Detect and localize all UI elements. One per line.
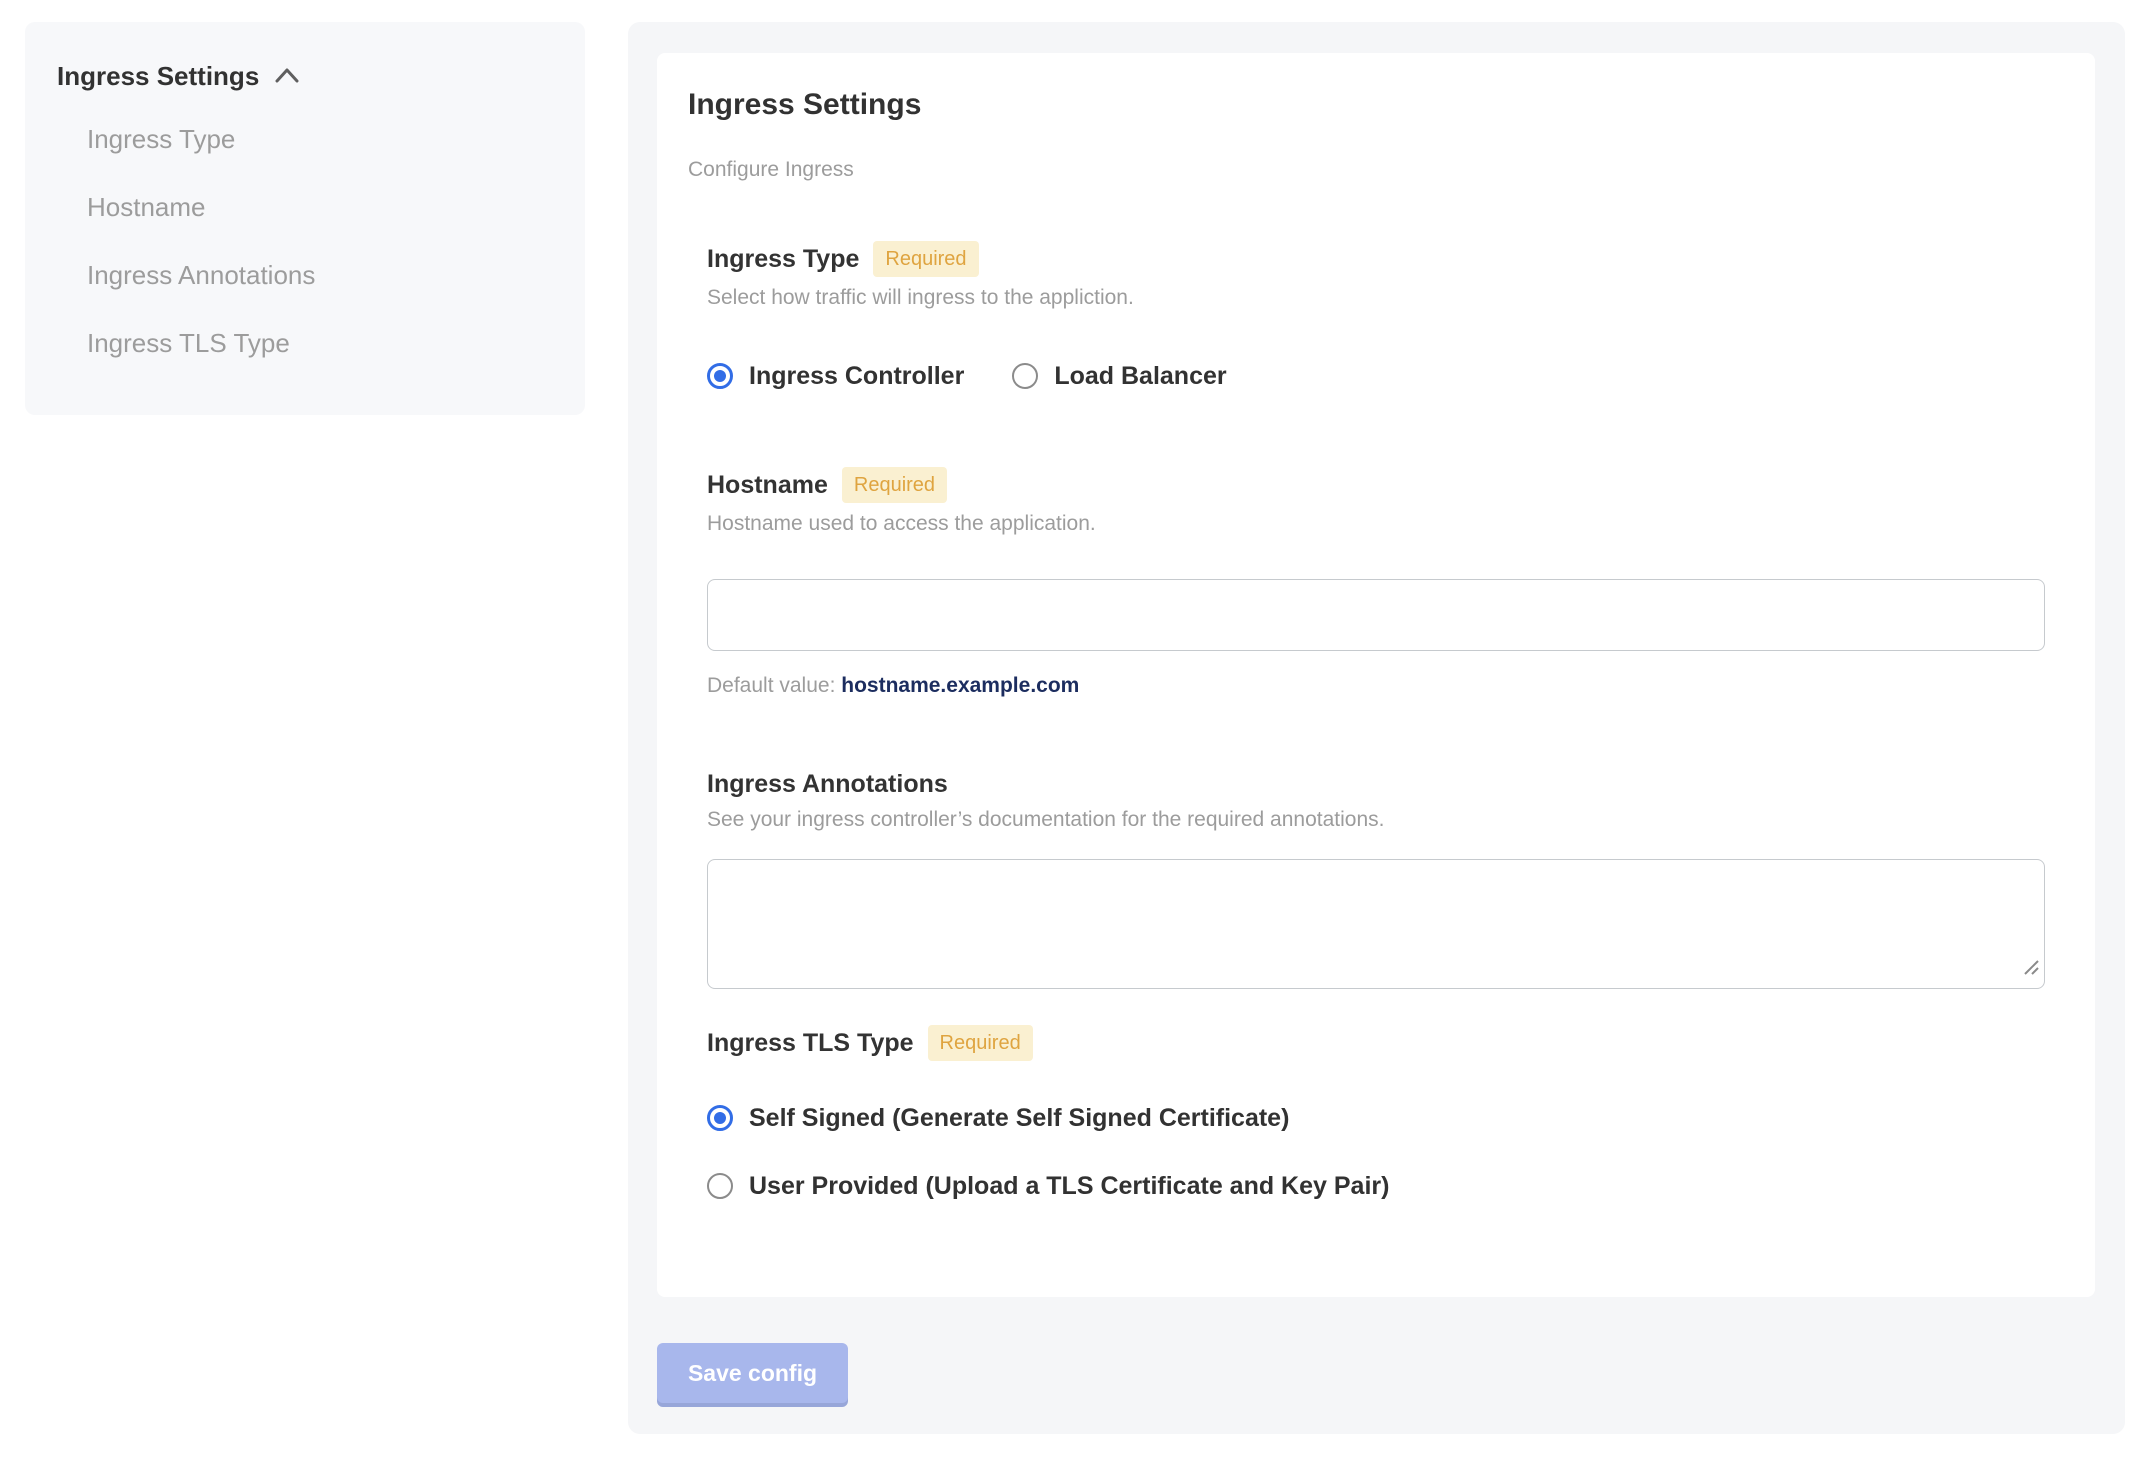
chevron-up-icon: [275, 67, 299, 89]
field-ingress-annotations: Ingress Annotations See your ingress con…: [707, 769, 2045, 989]
sidebar-section-title: Ingress Settings: [57, 61, 260, 91]
field-help-text: Select how traffic will ingress to the a…: [707, 286, 1134, 309]
radio-unselected-icon: [1012, 363, 1039, 389]
required-badge: Required: [927, 1025, 1033, 1061]
field-label: Ingress Annotations: [707, 770, 948, 798]
page-title: Ingress Settings: [688, 88, 922, 121]
hostname-input[interactable]: [707, 579, 2045, 651]
field-label-row: Ingress Annotations: [707, 769, 2045, 799]
field-label: Ingress Type: [707, 245, 860, 273]
sidebar-item-ingress-tls-type[interactable]: Ingress TLS Type: [87, 328, 565, 359]
field-help-text: See your ingress controller’s documentat…: [707, 808, 1385, 831]
default-value-prefix: Default value:: [707, 674, 842, 697]
radio-option-load-balancer[interactable]: Load Balancer: [1012, 361, 1227, 391]
ingress-type-radio-group: Ingress Controller Load Balancer: [707, 361, 2045, 391]
config-nav-sidebar: Ingress Settings Ingress Type Hostname I…: [25, 22, 585, 415]
default-value-line: Default value: hostname.example.com: [707, 673, 2045, 699]
sidebar-section-ingress-settings[interactable]: Ingress Settings: [57, 60, 565, 92]
sidebar-item-hostname[interactable]: Hostname: [87, 192, 565, 223]
field-label: Ingress TLS Type: [707, 1029, 914, 1057]
field-label: Hostname: [707, 471, 828, 499]
field-ingress-tls-type: Ingress TLS Type Required Self Signed (G…: [707, 1025, 2045, 1201]
sidebar-item-ingress-type[interactable]: Ingress Type: [87, 124, 565, 155]
save-config-button[interactable]: Save config: [657, 1343, 848, 1403]
sidebar-item-ingress-annotations[interactable]: Ingress Annotations: [87, 260, 565, 291]
field-ingress-type: Ingress Type Required Select how traffic…: [707, 241, 2045, 391]
field-label-row: Ingress TLS Type Required: [707, 1025, 2045, 1061]
required-badge: Required: [873, 241, 979, 277]
radio-selected-icon: [707, 1105, 733, 1131]
radio-option-label: Self Signed (Generate Self Signed Certif…: [749, 1104, 1290, 1132]
field-label-row: Ingress Type Required: [707, 241, 2045, 277]
ingress-settings-card: Ingress Settings Configure Ingress Ingre…: [657, 53, 2095, 1297]
radio-option-user-provided[interactable]: User Provided (Upload a TLS Certificate …: [707, 1171, 2045, 1201]
radio-option-self-signed[interactable]: Self Signed (Generate Self Signed Certif…: [707, 1103, 2045, 1133]
field-list: Ingress Type Required Select how traffic…: [707, 241, 2045, 1201]
field-hostname: Hostname Required Hostname used to acces…: [707, 467, 2045, 699]
field-label-row: Hostname Required: [707, 467, 2045, 503]
default-value-text: hostname.example.com: [841, 674, 1080, 697]
page-subtitle: Configure Ingress: [688, 158, 854, 181]
textarea-wrapper: [707, 859, 2045, 989]
resize-grip-icon[interactable]: [2022, 958, 2040, 981]
radio-option-label: User Provided (Upload a TLS Certificate …: [749, 1172, 1390, 1200]
ingress-tls-type-radio-group: Self Signed (Generate Self Signed Certif…: [707, 1103, 2045, 1201]
radio-unselected-icon: [707, 1173, 733, 1199]
sidebar-item-list: Ingress Type Hostname Ingress Annotation…: [57, 124, 565, 359]
radio-option-label: Load Balancer: [1054, 362, 1227, 390]
config-panel: Ingress Settings Configure Ingress Ingre…: [628, 22, 2125, 1434]
radio-selected-icon: [707, 363, 733, 389]
ingress-annotations-textarea[interactable]: [707, 859, 2045, 989]
radio-option-label: Ingress Controller: [749, 362, 965, 390]
radio-option-ingress-controller[interactable]: Ingress Controller: [707, 361, 964, 391]
field-help-text: Hostname used to access the application.: [707, 512, 1096, 535]
required-badge: Required: [841, 467, 948, 503]
